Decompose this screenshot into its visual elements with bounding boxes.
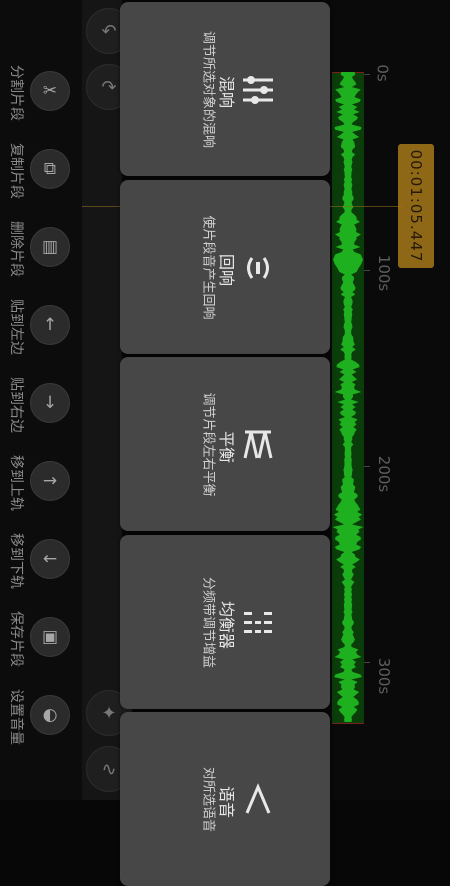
move-up-track-tool[interactable]: → 移到上轨 (0, 442, 82, 520)
tool-label: 移到下轨 (8, 533, 24, 589)
equalizer-icon (238, 603, 278, 643)
tick-label: 200s (375, 455, 394, 493)
tool-label: 贴到右边 (8, 377, 24, 433)
ruler-tick (364, 662, 370, 663)
effect-desc: 分频带调节增益 (200, 576, 216, 668)
current-time-badge: 00:01:05.447 (398, 144, 434, 268)
effect-voice-card[interactable]: 语音 对所选语音 (120, 712, 330, 886)
effect-title: 平衡 (217, 430, 236, 463)
undo-icon: ↶ (101, 20, 117, 42)
move-down-track-tool[interactable]: ← 移到下轨 (0, 520, 82, 598)
effect-echo-card[interactable]: 回响 使片段音产生回响 (120, 180, 330, 354)
balance-icon (238, 425, 278, 465)
tool-label: 分割片段 (8, 65, 24, 121)
wand-icon: ✦ (101, 702, 117, 724)
save-icon: ▣ (30, 617, 70, 657)
volume-icon: ◐ (30, 695, 70, 735)
effect-desc: 调节所选对象的混响 (200, 30, 216, 148)
effect-balance-card[interactable]: 平衡 调节片段左右平衡 (120, 357, 330, 531)
effect-title: 混响 (217, 75, 236, 108)
tool-label: 删除片段 (8, 221, 24, 277)
effect-title: 均衡器 (217, 600, 236, 649)
echo-icon (238, 248, 278, 288)
copy-clip-tool[interactable]: ⧉ 复制片段 (0, 130, 82, 208)
copy-icon: ⧉ (30, 149, 70, 189)
effect-title: 回响 (217, 253, 236, 286)
arrow-down-icon: ↓ (30, 383, 70, 423)
secondary-column (82, 0, 122, 800)
sliders-icon (238, 70, 278, 110)
split-clip-tool[interactable]: ✂ 分割片段 (0, 52, 82, 130)
ruler-tick (364, 466, 370, 467)
effect-desc: 调节片段左右平衡 (200, 392, 216, 497)
current-time: 00:01:05.447 (407, 149, 425, 263)
paste-left-tool[interactable]: ↑ 贴到左边 (0, 286, 82, 364)
waveform-icon: ∿ (101, 758, 117, 780)
waveform-shape (332, 72, 364, 722)
tick-label: 300s (375, 657, 394, 695)
waveform (332, 72, 364, 722)
trash-icon: ▥ (30, 227, 70, 267)
tool-label: 复制片段 (8, 143, 24, 199)
ruler-tick (364, 270, 370, 271)
tool-label: 设置音量 (8, 689, 24, 745)
delete-clip-tool[interactable]: ▥ 删除片段 (0, 208, 82, 286)
save-clip-tool[interactable]: ▣ 保存片段 (0, 598, 82, 676)
tool-column: ✂ 分割片段 ⧉ 复制片段 ▥ 删除片段 ↑ 贴到左边 ↓ 贴到右边 → 移到上… (0, 0, 82, 800)
tool-label: 保存片段 (8, 611, 24, 667)
ruler-tick (364, 74, 370, 75)
arrow-up-icon: ↑ (30, 305, 70, 345)
tool-label: 贴到左边 (8, 299, 24, 355)
tool-label: 移到上轨 (8, 455, 24, 511)
effect-title: 语音 (217, 785, 236, 818)
tick-label: 0s (373, 64, 392, 82)
paste-right-tool[interactable]: ↓ 贴到右边 (0, 364, 82, 442)
effect-desc: 使片段音产生回响 (200, 215, 216, 320)
effect-equalizer-card[interactable]: 均衡器 分频带调节增益 (120, 535, 330, 709)
arrow-left-icon: ← (30, 539, 70, 579)
effect-reverb-card[interactable]: 混响 调节所选对象的混响 (120, 2, 330, 176)
arrow-right-icon: → (30, 461, 70, 501)
tick-label: 100s (375, 254, 394, 292)
redo-icon: ↷ (101, 76, 117, 98)
scissors-icon: ✂ (30, 71, 70, 111)
voice-icon (238, 780, 278, 820)
set-volume-tool[interactable]: ◐ 设置音量 (0, 676, 82, 754)
